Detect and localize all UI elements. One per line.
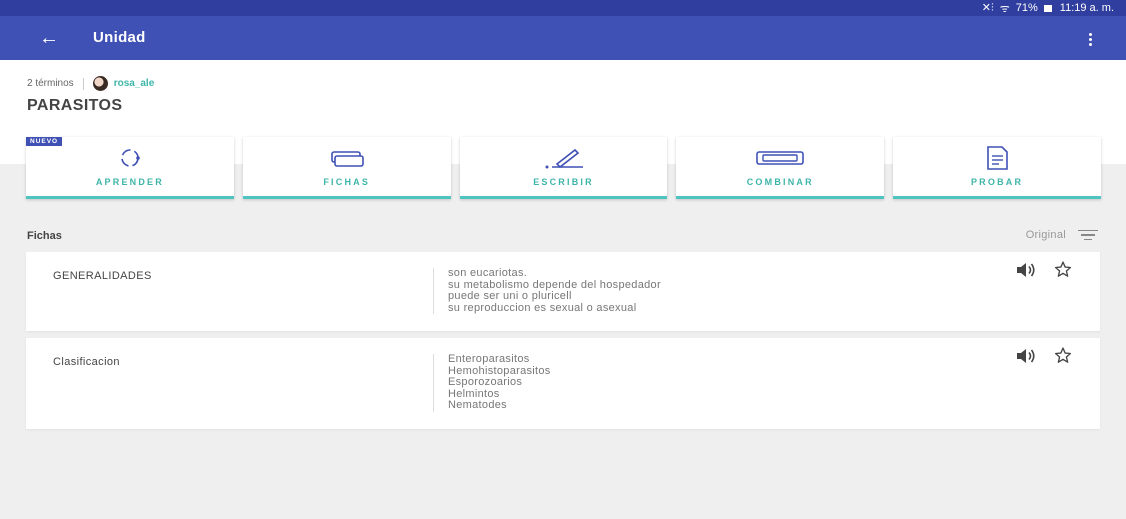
dot [1088, 32, 1092, 36]
page-title: PARASITOS [27, 97, 123, 114]
terms-section-title: Fichas [27, 230, 62, 242]
card-actions [1016, 347, 1072, 364]
status-bar: ✕⫶ ᯤ 71% 11:19 a. m. [0, 0, 1126, 16]
speaker-icon[interactable] [1016, 262, 1036, 278]
mode-label: PROBAR [970, 177, 1024, 187]
mode-label: ESCRIBIR [533, 177, 594, 187]
wifi-icon: ᯤ [999, 2, 1010, 15]
test-icon [982, 146, 1012, 170]
flashcards-icon [329, 147, 365, 169]
term-count: 2 términos [27, 78, 74, 89]
mode-write-button[interactable]: ESCRIBIR [459, 137, 668, 199]
mode-label: APRENDER [95, 177, 164, 187]
mode-label: FICHAS [323, 177, 371, 187]
definition-line: su reproduccion es sexual o asexual [448, 301, 637, 314]
term-card: Clasificacion Enteroparasitos Hemohistop… [26, 338, 1100, 429]
mode-learn-button[interactable]: NUEVO APRENDER [26, 137, 234, 199]
card-actions [1016, 261, 1072, 278]
clock: 11:19 a. m. [1059, 2, 1114, 14]
set-meta: 2 términos rosa_ale [27, 76, 154, 91]
overflow-menu-button[interactable] [1080, 27, 1100, 51]
sort-button[interactable]: Original [1026, 229, 1098, 241]
author-link[interactable]: rosa_ale [114, 78, 155, 89]
study-modes: NUEVO APRENDER FICHAS ESCRIBIR COMBINAR … [26, 137, 1101, 199]
speaker-icon[interactable] [1016, 348, 1036, 364]
mode-test-button[interactable]: PROBAR [893, 137, 1101, 199]
new-badge: NUEVO [26, 137, 63, 146]
definition-line: Enteroparasitos [448, 353, 530, 365]
definition-line: Nematodes [448, 399, 507, 411]
sort-icon [1078, 229, 1098, 241]
definition-line: son eucariotas. [448, 267, 528, 279]
term-word: Clasificacion [53, 356, 120, 368]
term-card: GENERALIDADES son eucariotas. su metabol… [26, 252, 1100, 331]
term-definition: Enteroparasitos Hemohistoparasitos Espor… [433, 353, 551, 412]
arrow-left-icon: ← [39, 27, 59, 49]
mode-label: COMBINAR [746, 177, 814, 187]
sort-label: Original [1025, 229, 1066, 241]
signal-icon: ✕⫶ [981, 2, 994, 14]
star-icon[interactable] [1054, 261, 1072, 278]
battery-icon [1043, 4, 1052, 12]
definition-line: Esporozoarios [448, 376, 523, 388]
term-definition: son eucariotas. su metabolismo depende d… [433, 267, 661, 314]
write-icon [541, 147, 585, 169]
definition-line: puede ser uni o pluricell [448, 290, 572, 302]
star-icon[interactable] [1054, 347, 1072, 364]
divider [82, 77, 84, 90]
app-bar: ← Unidad [0, 16, 1126, 60]
match-icon [755, 147, 805, 169]
mode-match-button[interactable]: COMBINAR [676, 137, 885, 199]
battery-level: 71% [1015, 2, 1038, 14]
dot [1088, 42, 1092, 46]
avatar[interactable] [92, 76, 108, 91]
app-title: Unidad [93, 29, 146, 46]
term-word: GENERALIDADES [53, 270, 152, 282]
learn-icon [116, 147, 144, 169]
mode-flashcards-button[interactable]: FICHAS [242, 137, 451, 199]
back-button[interactable]: ← [36, 26, 62, 50]
dot [1088, 37, 1092, 41]
